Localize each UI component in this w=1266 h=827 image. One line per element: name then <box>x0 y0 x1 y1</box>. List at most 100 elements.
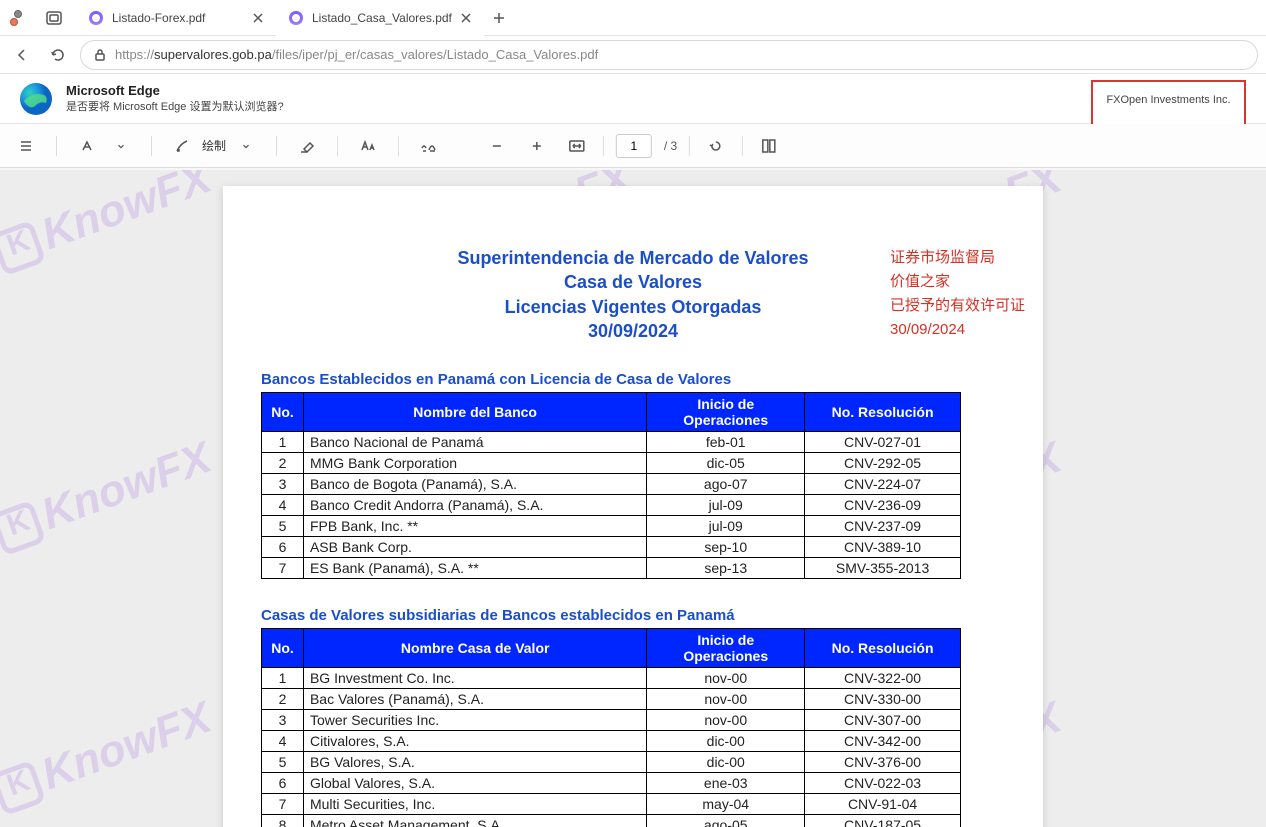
pdf-viewport[interactable]: KnowFX KnowFX KnowFX KnowFX KnowFX KnowF… <box>0 170 1266 827</box>
tab-strip: Listado-Forex.pdf Listado_Casa_Valores.p… <box>76 0 514 36</box>
cell-no: 8 <box>262 815 304 827</box>
cell-date: ago-05 <box>647 815 805 827</box>
section2-title: Casas de Valores subsidiarias de Bancos … <box>261 607 1023 624</box>
favicon-icon <box>88 10 104 26</box>
cell-no: 6 <box>262 537 304 558</box>
cell-name: Banco Credit Andorra (Panamá), S.A. <box>303 495 646 516</box>
cell-date: ene-03 <box>647 773 805 794</box>
watermark: KnowFX <box>0 170 218 277</box>
lock-icon <box>93 48 107 62</box>
col-name: Nombre del Banco <box>303 393 646 432</box>
pdf-toolbar: 绘制 / 3 <box>0 124 1266 168</box>
title-bar: Listado-Forex.pdf Listado_Casa_Valores.p… <box>0 0 1266 36</box>
table-bancos: No. Nombre del Banco Inicio de Operacion… <box>261 392 961 579</box>
col-name: Nombre Casa de Valor <box>303 629 646 668</box>
chevron-down-icon[interactable] <box>232 132 260 160</box>
cell-no: 6 <box>262 773 304 794</box>
table-row: 7ES Bank (Panamá), S.A. **sep-13SMV-355-… <box>262 558 961 579</box>
table-row: 4Banco Credit Andorra (Panamá), S.A.jul-… <box>262 495 961 516</box>
cell-no: 5 <box>262 516 304 537</box>
col-res: No. Resolución <box>805 393 961 432</box>
address-bar[interactable]: https://supervalores.gob.pa/files/iper/p… <box>80 40 1258 70</box>
highlight-icon[interactable] <box>73 132 101 160</box>
cell-date: sep-10 <box>647 537 805 558</box>
col-no: No. <box>262 629 304 668</box>
tab-title: Listado-Forex.pdf <box>112 11 205 25</box>
cell-date: jul-09 <box>647 516 805 537</box>
cell-res: CNV-307-00 <box>805 710 961 731</box>
cell-res: CNV-027-01 <box>805 432 961 453</box>
draw-icon[interactable] <box>168 132 196 160</box>
cell-res: CNV-389-10 <box>805 537 961 558</box>
cell-no: 7 <box>262 558 304 579</box>
tab-title: Listado_Casa_Valores.pdf <box>312 11 452 25</box>
default-browser-prompt: Microsoft Edge 是否要将 Microsoft Edge 设置为默认… <box>0 74 1266 124</box>
cell-name: Multi Securities, Inc. <box>303 794 646 815</box>
close-tab-icon[interactable] <box>460 12 472 24</box>
new-tab-button[interactable] <box>484 0 514 36</box>
cell-res: CNV-292-05 <box>805 453 961 474</box>
col-no: No. <box>262 393 304 432</box>
cell-name: Tower Securities Inc. <box>303 710 646 731</box>
prompt-question: 是否要将 Microsoft Edge 设置为默认浏览器? <box>66 98 284 114</box>
col-res: No. Resolución <box>805 629 961 668</box>
prompt-text: Microsoft Edge 是否要将 Microsoft Edge 设置为默认… <box>66 83 284 114</box>
prompt-title: Microsoft Edge <box>66 83 284 98</box>
col-date: Inicio de Operaciones <box>647 393 805 432</box>
zoom-in-button[interactable] <box>523 132 551 160</box>
table-row: 2Bac Valores (Panamá), S.A.nov-00CNV-330… <box>262 689 961 710</box>
cell-date: nov-00 <box>647 668 805 689</box>
page-total: / 3 <box>664 139 677 153</box>
draw-label: 绘制 <box>202 137 226 154</box>
cell-name: BG Valores, S.A. <box>303 752 646 773</box>
cell-res: CNV-237-09 <box>805 516 961 537</box>
tab-actions-icon[interactable] <box>46 11 62 25</box>
cell-date: ago-07 <box>647 474 805 495</box>
page-view-icon[interactable] <box>755 132 783 160</box>
table-row: 3Tower Securities Inc.nov-00CNV-307-00 <box>262 710 961 731</box>
url-text: https://supervalores.gob.pa/files/iper/p… <box>115 47 598 62</box>
profile-icon[interactable] <box>8 8 28 28</box>
chevron-down-icon[interactable] <box>107 132 135 160</box>
cell-res: CNV-91-04 <box>805 794 961 815</box>
cell-name: Metro Asset Management, S.A. <box>303 815 646 827</box>
cell-no: 1 <box>262 432 304 453</box>
cell-no: 4 <box>262 731 304 752</box>
tab-listado-casa-valores[interactable]: Listado_Casa_Valores.pdf <box>276 0 484 36</box>
text-size-icon[interactable] <box>354 132 382 160</box>
table-row: 8Metro Asset Management, S.A.ago-05CNV-1… <box>262 815 961 827</box>
address-bar-row: https://supervalores.gob.pa/files/iper/p… <box>0 36 1266 74</box>
fit-width-icon[interactable] <box>563 132 591 160</box>
read-aloud-icon[interactable] <box>415 132 443 160</box>
cell-date: may-04 <box>647 794 805 815</box>
table-row: 6Global Valores, S.A.ene-03CNV-022-03 <box>262 773 961 794</box>
close-tab-icon[interactable] <box>252 12 264 24</box>
cell-no: 4 <box>262 495 304 516</box>
cell-date: nov-00 <box>647 689 805 710</box>
cell-name: Global Valores, S.A. <box>303 773 646 794</box>
favicon-icon <box>288 10 304 26</box>
cell-name: BG Investment Co. Inc. <box>303 668 646 689</box>
cell-date: sep-13 <box>647 558 805 579</box>
refresh-button[interactable] <box>44 41 72 69</box>
contents-icon[interactable] <box>12 132 40 160</box>
tab-listado-forex[interactable]: Listado-Forex.pdf <box>76 0 276 36</box>
erase-icon[interactable] <box>293 132 321 160</box>
cell-name: Citivalores, S.A. <box>303 731 646 752</box>
cell-res: CNV-187-05 <box>805 815 961 827</box>
page-number-input[interactable] <box>616 134 652 158</box>
rotate-icon[interactable] <box>702 132 730 160</box>
cell-res: CNV-342-00 <box>805 731 961 752</box>
back-button[interactable] <box>8 41 36 69</box>
cell-res: CNV-236-09 <box>805 495 961 516</box>
section1-title: Bancos Establecidos en Panamá con Licenc… <box>261 371 1023 388</box>
cell-no: 1 <box>262 668 304 689</box>
cell-date: dic-00 <box>647 731 805 752</box>
edge-logo-icon <box>18 81 54 117</box>
cell-date: nov-00 <box>647 710 805 731</box>
watermark: KnowFX <box>0 693 218 817</box>
table-row: 7Multi Securities, Inc.may-04CNV-91-04 <box>262 794 961 815</box>
table-row: 5BG Valores, S.A.dic-00CNV-376-00 <box>262 752 961 773</box>
cell-name: FPB Bank, Inc. ** <box>303 516 646 537</box>
zoom-out-button[interactable] <box>483 132 511 160</box>
